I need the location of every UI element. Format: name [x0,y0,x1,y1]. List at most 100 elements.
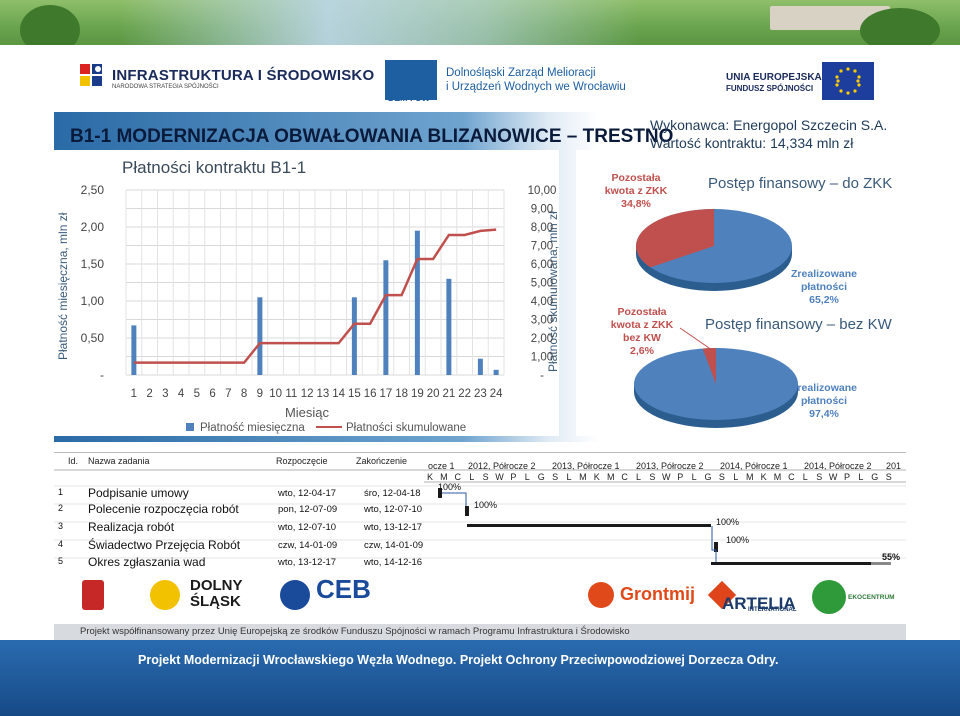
pie-zkk-remaining-value: 34,8% [621,198,651,210]
x-tick-label: 16 [364,388,377,400]
pie-zkk-remaining-text: Pozostała kwota z ZKK [604,172,668,197]
infrastruktura-logo-icon [80,64,102,86]
x-tick-label: 9 [257,388,263,400]
left-tick-label: 2,50 [81,183,105,197]
x-tick-label: 15 [348,388,361,400]
gantt-month-label: S [886,472,892,482]
x-tick-label: 4 [178,388,185,400]
gantt-month-label: C [788,472,795,482]
gantt-task-percent: 100% [438,482,462,492]
footer-text: Projekt Modernizacji Wrocławskiego Węzła… [138,653,779,667]
gantt-month-label: C [621,472,628,482]
gantt-task-percent: 100% [726,535,750,545]
infrastruktura-logo-text: INFRASTRUKTURA I ŚRODOWISKO [112,67,375,84]
x-tick-label: 6 [209,388,215,400]
gantt-month-label: S [719,472,725,482]
artelia-subtext: INTERNATIONAL [748,607,797,613]
grontmij-logo: Grontmij [620,584,695,604]
gantt-month-label: M [440,472,448,482]
ekocentrum-icon [812,580,846,614]
legend-monthly-swatch [186,423,194,431]
chart-xlabel: Miesiąc [285,405,330,420]
dzmiuw-logo-mark: DZM i UW [388,93,430,103]
gantt-milestone-bar [465,506,469,516]
gantt-month-label: M [607,472,615,482]
x-tick-label: 8 [241,388,247,400]
x-tick-label: 2 [146,388,152,400]
monthly-payment-bar [383,260,389,375]
pie-kw-remaining-text: Pozostała kwota z ZKK bez KW [610,306,674,344]
pie-zkk-done-text: Zrealizowane płatności [791,268,857,293]
ekocentrum-logo: EKOCENTRUM [848,594,895,601]
gantt-task-id: 5 [58,556,64,566]
x-tick-label: 10 [269,388,282,400]
monthly-payment-bar [477,358,483,375]
gantt-task-start: czw, 14-01-09 [278,540,338,551]
pie-kw-remaining-label: Pozostała kwota z ZKK bez KW 2,6% [606,306,678,358]
pie-kw-done-label: Zrealizowane płatności 97,4% [786,382,862,421]
gantt-month-label: K [427,472,433,482]
gantt-month-label: L [803,472,808,482]
right-tick-label: 8,00 [531,222,553,234]
gantt-month-label: L [636,472,641,482]
gantt-month-label: M [746,472,754,482]
x-tick-label: 19 [411,388,424,400]
legend-monthly-label: Płatność miesięczna [200,422,305,434]
left-tick-label: 1,50 [81,257,105,271]
dolny-slask-line1: DOLNY [190,577,243,594]
gantt-task-id: 3 [58,521,64,531]
monthly-payment-bar [446,278,452,375]
gantt-month-label: S [816,472,822,482]
gantt-task-end: śro, 12-04-18 [364,488,421,499]
pie-zkk-done-value: 65,2% [809,294,839,306]
gantt-task-name: Podpisanie umowy [88,486,189,500]
page-title: B1-1 MODERNIZACJA OBWAŁOWANIA BLIZANOWIC… [70,126,674,147]
gantt-month-label: L [692,472,697,482]
x-tick-label: 11 [285,388,297,400]
gantt-month-label: M [774,472,782,482]
gantt-task-name: Realizacja robót [88,520,175,534]
pie-zkk-done-label: Zrealizowane płatności 65,2% [786,268,862,307]
legend-cumulative-label: Płatności skumulowane [346,422,466,434]
payments-chart: 10,00 9,00 8,00 7,00 6,00 5,00 4,00 3,00 2,00 1,0… [81,183,557,434]
eu-logo-subtext: FUNDUSZ SPÓJNOŚCI [726,84,814,93]
dzmiuw-line1: Dolnośląski Zarząd Melioracji [446,67,596,79]
funding-note: Projekt współfinansowany przez Unię Euro… [54,624,906,640]
gantt-month-label: G [538,472,545,482]
wroclaw-crest-icon [150,580,180,610]
x-tick-label: 22 [458,388,471,400]
gantt-task-name: Polecenie rozpoczęcia robót [88,502,239,516]
right-tick-label: 9,00 [531,204,553,216]
x-tick-label: 5 [194,388,200,400]
eu-stars-icon [835,67,861,95]
x-tick-label: 14 [332,388,345,400]
gantt-month-label: P [844,472,850,482]
gantt-month-label: W [662,472,671,482]
dzmiuw-logo-text: Dolnośląski Zarząd Melioracji i Urządzeń… [446,66,626,94]
x-tick-label: 17 [379,388,392,400]
gantt-task-end: wto, 13-12-17 [364,522,423,533]
gantt-task-name: Okres zgłaszania wad [88,555,206,569]
left-tick-label: 2,00 [81,220,105,234]
monthly-payment-bar [414,230,420,375]
dolny-slask-logo: DOLNY ŚLĄSK [190,578,243,610]
gantt-month-label: P [510,472,516,482]
right-tick-label: 1,00 [531,352,553,364]
eu-logo-text: UNIA EUROPEJSKA [726,72,822,83]
lower-silesia-shield-icon [82,580,104,610]
gantt-month-label: P [677,472,683,482]
gantt-task-remaining-bar [871,562,891,565]
gantt-task-name: Świadectwo Przejęcia Robót [88,538,241,552]
x-tick-label: 18 [395,388,408,400]
left-tick-label: 1,00 [81,294,105,308]
gantt-month-label: G [704,472,711,482]
gantt-month-label: L [525,472,530,482]
x-tick-label: 20 [427,388,440,400]
gantt-month-label: L [469,472,474,482]
gantt-month-label: S [552,472,558,482]
right-tick-label: 5,00 [531,278,553,290]
monthly-payment-bar [257,297,263,375]
left-tick-label: 0,50 [81,331,105,345]
pie-kw-leader-line [679,327,713,351]
gantt-month-label: S [649,472,655,482]
